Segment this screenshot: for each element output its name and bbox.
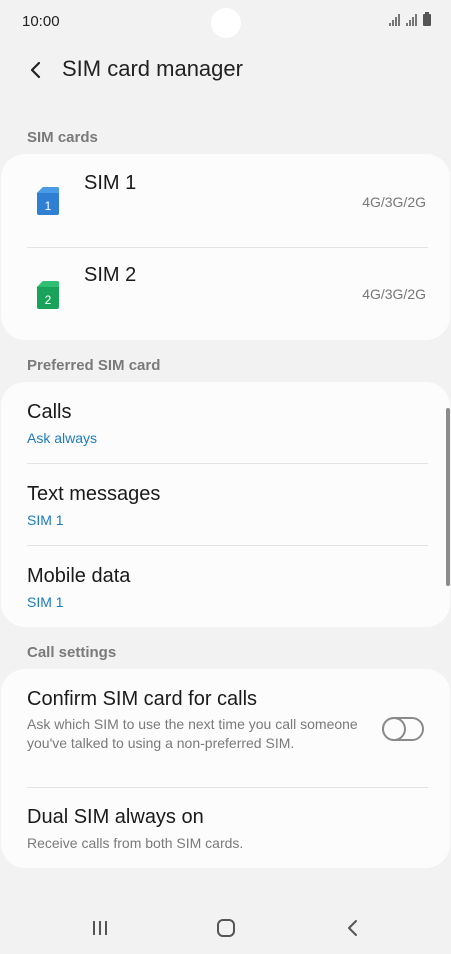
row-value: SIM 1 xyxy=(27,594,64,610)
status-time: 10:00 xyxy=(22,13,60,30)
app-bar: SIM card manager xyxy=(0,44,451,100)
row-title: Dual SIM always on xyxy=(27,806,204,828)
row-description: Receive calls from both SIM cards. xyxy=(27,835,244,851)
preferred-mobile-data-row[interactable]: Mobile data SIM 1 xyxy=(1,546,450,628)
home-button[interactable] xyxy=(211,914,241,942)
signal-icon xyxy=(389,14,400,26)
section-header-call-settings: Call settings xyxy=(27,644,117,661)
sim-number-label: 1 xyxy=(45,199,52,213)
call-settings-card: Confirm SIM card for calls Ask which SIM… xyxy=(1,669,450,868)
home-icon xyxy=(217,919,235,937)
recent-apps-icon xyxy=(93,921,107,935)
row-value: SIM 1 xyxy=(27,512,64,528)
signal-icon xyxy=(406,14,417,26)
status-bar: 10:00 xyxy=(0,0,451,44)
sim-name: SIM 1 xyxy=(84,172,137,194)
sim-card-icon: 1 xyxy=(37,187,59,215)
sim-card-icon: 2 xyxy=(37,281,59,309)
row-description: Ask which SIM to use the next time you c… xyxy=(27,716,358,751)
row-title: Text messages xyxy=(27,483,161,505)
back-icon xyxy=(348,920,357,936)
row-title: Confirm SIM card for calls xyxy=(27,688,258,710)
preferred-sim-card: Calls Ask always Text messages SIM 1 Mob… xyxy=(1,382,450,627)
preferred-calls-row[interactable]: Calls Ask always xyxy=(1,382,450,464)
sim-cards-card: 1 SIM 1 4G/3G/2G 2 SIM 2 4G/3G/2G xyxy=(1,154,450,340)
battery-icon xyxy=(423,12,431,26)
section-header-sim-cards: SIM cards xyxy=(27,129,98,146)
row-title: Mobile data xyxy=(27,565,131,587)
nav-back-button[interactable] xyxy=(338,914,368,942)
row-title: Calls xyxy=(27,401,72,423)
preferred-text-messages-row[interactable]: Text messages SIM 1 xyxy=(1,464,450,546)
sim-name: SIM 2 xyxy=(84,264,137,286)
toggle-knob xyxy=(384,719,404,739)
navigation-bar xyxy=(0,900,451,954)
sim-2-row[interactable]: 2 SIM 2 4G/3G/2G xyxy=(1,248,450,340)
section-header-preferred: Preferred SIM card xyxy=(27,357,161,374)
status-icons xyxy=(389,12,431,26)
camera-cutout xyxy=(211,8,241,38)
back-button[interactable] xyxy=(22,56,50,84)
sim-network-type: 4G/3G/2G xyxy=(362,286,426,302)
recent-apps-button[interactable] xyxy=(86,914,116,942)
sim-network-type: 4G/3G/2G xyxy=(362,194,426,210)
scroll-indicator[interactable] xyxy=(446,408,450,586)
back-arrow-icon xyxy=(30,61,41,79)
row-value: Ask always xyxy=(27,430,98,446)
sim-1-row[interactable]: 1 SIM 1 4G/3G/2G xyxy=(1,154,450,246)
page-title: SIM card manager xyxy=(62,56,243,81)
confirm-sim-row[interactable]: Confirm SIM card for calls Ask which SIM… xyxy=(1,669,450,786)
dual-sim-row[interactable]: Dual SIM always on Receive calls from bo… xyxy=(1,788,450,868)
sim-number-label: 2 xyxy=(45,293,52,307)
confirm-sim-toggle[interactable] xyxy=(382,717,424,741)
